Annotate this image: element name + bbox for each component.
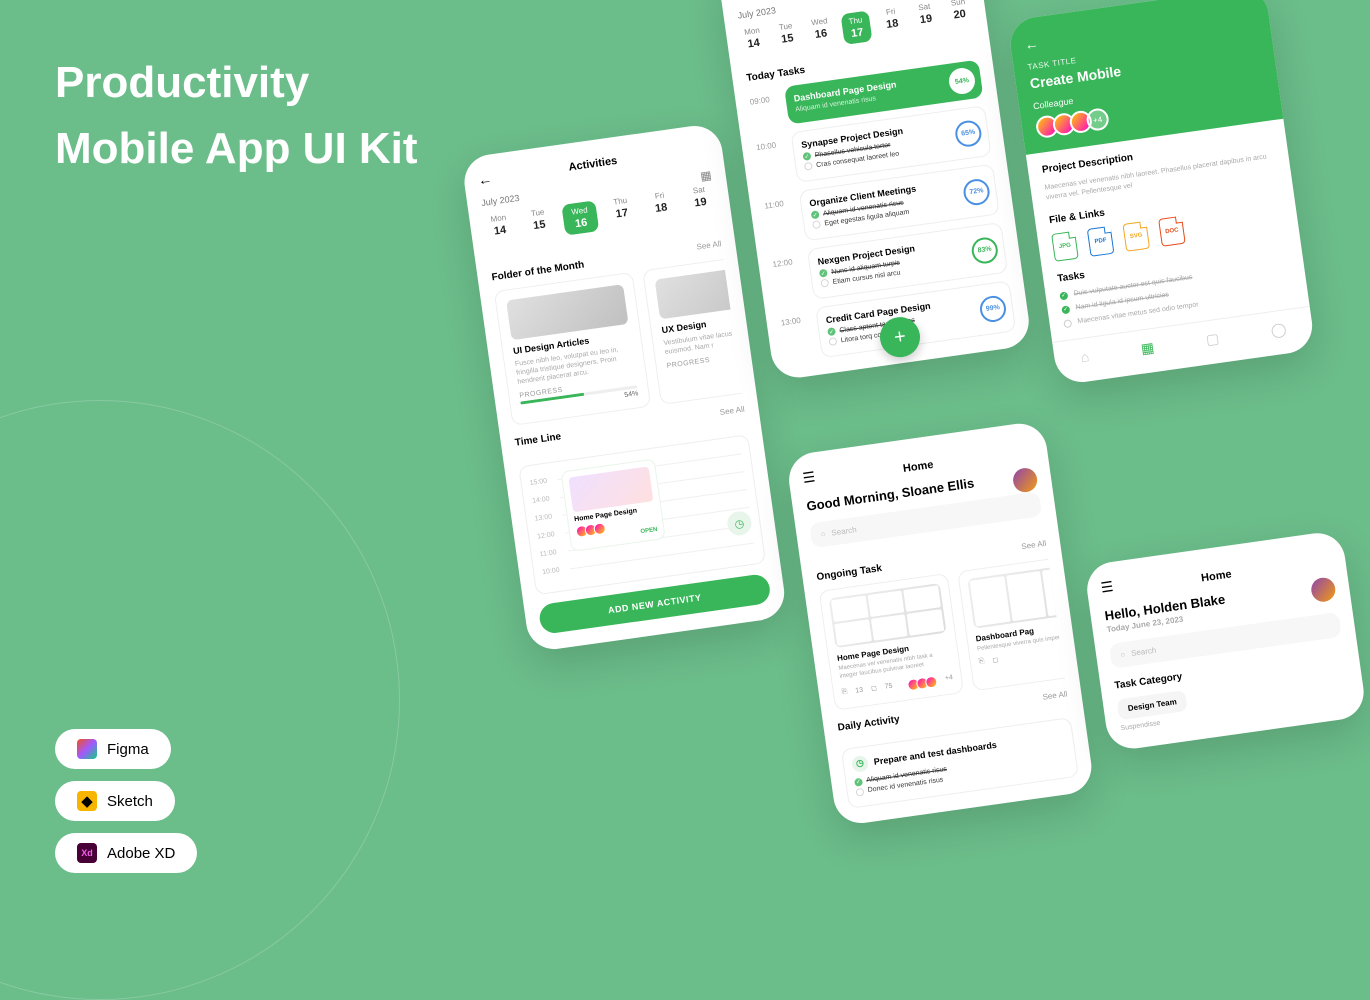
see-all-link[interactable]: See All [1042, 689, 1068, 701]
date-cell[interactable]: Mon14 [483, 212, 517, 247]
nav-calendar-icon[interactable]: ▢ [1205, 329, 1220, 348]
ongoing-card[interactable]: Home Page Design Maecenas vel venenatis … [819, 573, 965, 711]
detail-header: ← TASK TITLE Create Mobile Colleague +4 [1007, 0, 1283, 155]
ongoing-card[interactable]: Dashboard Pag Pellentesque viverra quis … [957, 559, 1065, 691]
attachment-icon: ⎘ [978, 657, 985, 666]
folder-card[interactable]: UX Design Vestibulum vitae lacus consequ… [642, 259, 742, 405]
date-cell[interactable]: Wed16 [807, 16, 835, 50]
file-svg-icon[interactable]: SVG [1122, 220, 1150, 251]
date-cell[interactable]: Sat19 [683, 184, 717, 219]
file-pdf-icon[interactable]: PDF [1087, 225, 1115, 256]
pill-sketch: ◆Sketch [55, 781, 175, 821]
timeline-thumb [568, 467, 653, 513]
daily-label: Daily Activity [837, 714, 900, 734]
uncheck-icon [828, 337, 837, 346]
check-icon: ✓ [819, 269, 828, 278]
attachment-icon: ⎘ [841, 688, 848, 697]
nav-tasks-icon[interactable]: ▦ [1140, 339, 1155, 358]
menu-icon[interactable]: ☰ [802, 468, 817, 487]
nav-home-icon[interactable]: ⌂ [1080, 348, 1091, 366]
date-cell[interactable]: Sat19 [912, 1, 940, 35]
calendar-icon[interactable]: ▦ [699, 168, 712, 183]
ongoing-thumb [967, 564, 1065, 629]
date-cell[interactable]: Thu17 [605, 195, 639, 230]
pill-xd: XdAdobe XD [55, 833, 197, 873]
folder-card[interactable]: UI Design Articles Fusce nibh leo, volut… [494, 272, 652, 426]
uncheck-icon [804, 162, 813, 171]
menu-icon[interactable]: ☰ [1100, 578, 1115, 597]
bg-circle [0, 400, 400, 1000]
check-icon: ✓ [1061, 305, 1070, 314]
file-jpg-icon[interactable]: JPG [1051, 230, 1079, 261]
uncheck-icon [820, 279, 829, 288]
uncheck-icon [812, 220, 821, 229]
folder-thumb [655, 263, 743, 319]
ongoing-thumb [829, 583, 947, 648]
see-all-link[interactable]: See All [719, 405, 745, 417]
date-cell-active[interactable]: Thu17 [840, 10, 872, 45]
timeline-card[interactable]: Home Page Design OPEN [560, 459, 665, 552]
date-cell-active[interactable]: Wed16 [562, 200, 600, 235]
comment-icon: ◻ [992, 655, 999, 664]
check-icon: ✓ [854, 777, 863, 786]
check-icon: ✓ [1059, 291, 1068, 300]
screen-tasks: ← Tasks July 2023 ▦ Mon14 Tue15 Wed16 Th… [717, 0, 1032, 381]
nav-profile-icon[interactable]: ◯ [1270, 320, 1288, 339]
screen-home-morning: ☰ Home Good Morning, Sloane Ellis ○Searc… [785, 420, 1094, 826]
date-cell[interactable]: Tue15 [522, 206, 556, 241]
check-icon: ✓ [827, 327, 836, 336]
date-cell[interactable]: Mon14 [739, 25, 767, 59]
date-cell[interactable]: Sun20 [945, 0, 973, 30]
avatar [925, 675, 939, 689]
hero-title: ProductivityMobile App UI Kit [55, 50, 418, 182]
see-all-link[interactable]: See All [1021, 539, 1047, 551]
timeline-grid: 15:00 14:00 13:00 12:00 11:00 10:00 Home… [518, 435, 766, 596]
timeline-label: Time Line [514, 432, 562, 449]
uncheck-icon [1063, 319, 1072, 328]
date-cell[interactable]: Tue15 [773, 20, 801, 54]
back-button[interactable]: ← [1023, 35, 1039, 53]
back-button[interactable]: ← [733, 0, 749, 1]
comment-icon: ◻ [871, 684, 878, 693]
month-label: July 2023 [481, 193, 521, 208]
month-label: July 2023 [737, 5, 777, 20]
screen-task-detail: ← TASK TITLE Create Mobile Colleague +4 … [1007, 0, 1316, 385]
pill-figma: Figma [55, 729, 171, 769]
uncheck-icon [855, 787, 864, 796]
check-icon: ✓ [811, 210, 820, 219]
search-icon: ○ [820, 529, 826, 539]
ongoing-label: Ongoing Task [816, 563, 883, 583]
clock-icon: ◷ [851, 754, 869, 772]
screen-home-hello: ☰ Home Hello, Holden Blake Today June 23… [1084, 530, 1368, 752]
date-cell[interactable]: Fri18 [878, 6, 906, 40]
see-all-link[interactable]: See All [696, 239, 722, 251]
tool-pills: Figma ◆Sketch XdAdobe XD [55, 729, 197, 873]
screen-activities: ← Activities July 2023 ▦ Mon14 Tue15 Wed… [461, 122, 788, 653]
check-icon: ✓ [802, 152, 811, 161]
file-doc-icon[interactable]: DOC [1158, 215, 1186, 246]
date-cell[interactable]: Fri18 [644, 189, 678, 224]
search-icon: ○ [1120, 650, 1126, 660]
xd-icon: Xd [77, 843, 97, 863]
figma-icon [77, 739, 97, 759]
sketch-icon: ◆ [77, 791, 97, 811]
